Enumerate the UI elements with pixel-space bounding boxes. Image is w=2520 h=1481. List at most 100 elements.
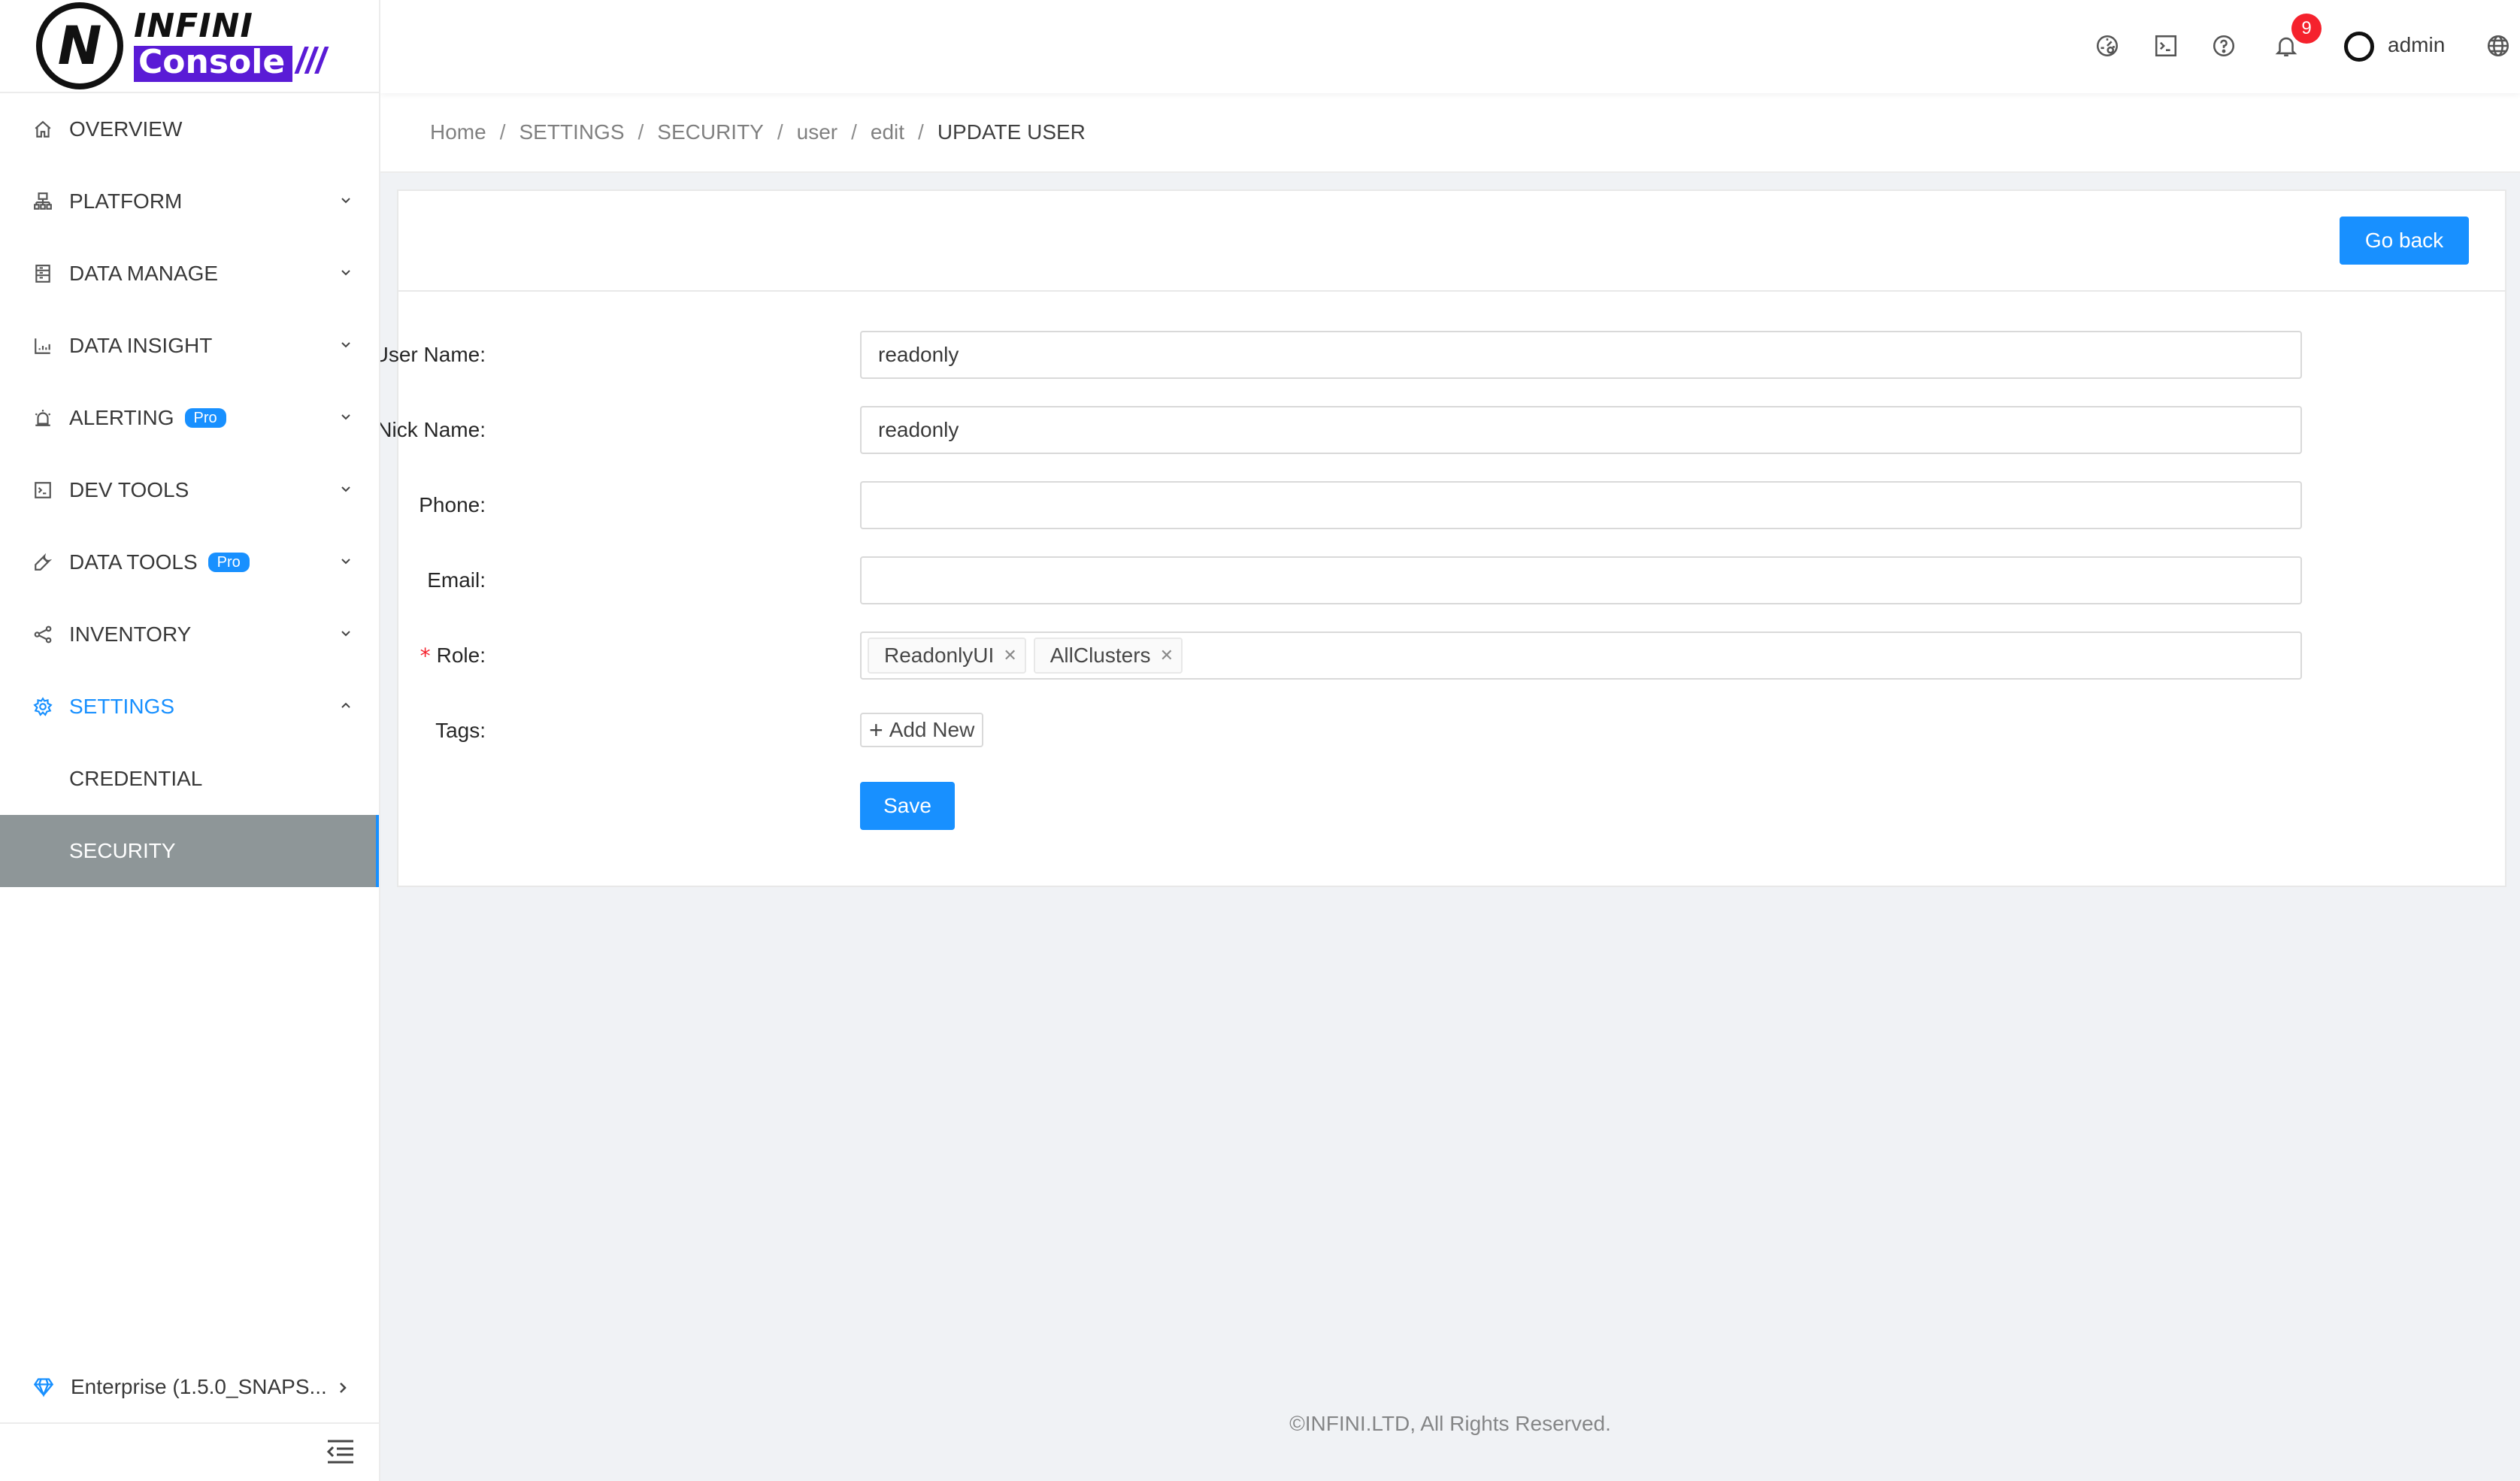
form-row-role: * Role: ReadonlyUI ✕ AllClusters ✕ xyxy=(398,631,2505,680)
database-icon xyxy=(33,264,53,283)
sidebar-subitem-credential[interactable]: CREDENTIAL xyxy=(0,743,379,815)
breadcrumb-user[interactable]: user xyxy=(797,120,837,144)
footer-copyright: ©INFINI.LTD, All Rights Reserved. xyxy=(1289,1412,1611,1435)
form-row-actions: Save xyxy=(398,782,2505,830)
breadcrumb-edit[interactable]: edit xyxy=(871,120,904,144)
chevron-down-icon xyxy=(341,414,350,420)
breadcrumb-security[interactable]: SECURITY xyxy=(657,120,764,144)
logo-text: INFINI Console/// xyxy=(134,10,326,82)
sidebar-item-settings[interactable]: SETTINGS xyxy=(0,671,379,743)
sidebar-item-inventory[interactable]: INVENTORY xyxy=(0,598,379,671)
chevron-down-icon xyxy=(341,486,350,492)
phone-label-text: Phone xyxy=(419,493,480,516)
nick-name-label-text: Nick Name xyxy=(377,418,480,441)
chevron-right-icon xyxy=(340,1383,347,1393)
close-icon[interactable]: ✕ xyxy=(1160,646,1174,665)
notification-badge: 9 xyxy=(2291,14,2322,44)
nick-name-input[interactable] xyxy=(860,406,2302,454)
sidebar-subitem-security[interactable]: SECURITY xyxy=(0,815,379,887)
logo-mark-icon: N xyxy=(36,2,123,89)
save-button[interactable]: Save xyxy=(860,782,955,830)
dashboard-icon[interactable] xyxy=(2094,33,2120,59)
console-icon[interactable] xyxy=(2153,33,2179,59)
home-icon xyxy=(33,120,53,139)
email-input[interactable] xyxy=(860,556,2302,604)
enterprise-version-item[interactable]: Enterprise (1.5.0_SNAPS... xyxy=(0,1352,379,1424)
globe-icon[interactable] xyxy=(2485,33,2511,59)
update-user-card: Go back *User Name: Nick Name: Phone: Em… xyxy=(357,189,2506,887)
chart-icon xyxy=(33,336,53,356)
enterprise-version-label: Enterprise (1.5.0_SNAPS... xyxy=(71,1375,327,1398)
role-tag-label: AllClusters xyxy=(1049,644,1151,667)
logo-slashes: /// xyxy=(295,41,326,81)
sidebar-item-label: PLATFORM xyxy=(69,189,183,213)
user-name-input[interactable] xyxy=(860,331,2302,379)
email-label: Email: xyxy=(427,556,486,604)
user-name-label-text: User Name xyxy=(373,343,480,366)
sidebar-item-label: INVENTORY xyxy=(69,622,192,646)
share-icon xyxy=(33,625,53,644)
form-row-tags: Tags: + Add New xyxy=(398,707,2505,755)
top-header: 9 admin xyxy=(380,0,2520,93)
logo-bottom-text: Console xyxy=(134,46,293,82)
sidebar-item-dev-tools[interactable]: DEV TOOLS xyxy=(0,454,379,526)
sidebar-item-label: DEV TOOLS xyxy=(69,478,189,501)
phone-input[interactable] xyxy=(860,481,2302,529)
chevron-down-icon xyxy=(341,342,350,348)
label-colon: : xyxy=(480,418,486,441)
form-row-user-name: *User Name: xyxy=(357,331,2505,379)
sidebar-item-data-manage[interactable]: DATA MANAGE xyxy=(0,238,379,310)
close-icon[interactable]: ✕ xyxy=(1003,646,1016,665)
chevron-down-icon xyxy=(341,631,350,637)
sidebar-item-platform[interactable]: PLATFORM xyxy=(0,165,379,238)
role-select[interactable]: ReadonlyUI ✕ AllClusters ✕ xyxy=(860,631,2302,680)
gear-icon xyxy=(33,697,53,716)
plus-icon: + xyxy=(869,716,883,744)
terminal-icon xyxy=(33,480,53,500)
go-back-button[interactable]: Go back xyxy=(2340,217,2469,265)
pro-badge: Pro xyxy=(207,553,250,572)
breadcrumb-home[interactable]: Home xyxy=(430,120,486,144)
breadcrumb-separator: / xyxy=(851,120,857,144)
pro-badge: Pro xyxy=(184,408,226,428)
form-row-phone: Phone: xyxy=(398,481,2505,529)
breadcrumb-separator: / xyxy=(638,120,644,144)
add-new-tag-button[interactable]: + Add New xyxy=(860,713,984,747)
breadcrumb-current: UPDATE USER xyxy=(937,120,1086,144)
role-tag-label: ReadonlyUI xyxy=(884,644,995,667)
phone-label: Phone: xyxy=(419,481,486,529)
chevron-down-icon xyxy=(341,270,350,276)
sidebar: N INFINI Console/// OVERVIEW PLATFORM DA… xyxy=(0,0,380,1481)
breadcrumb-separator: / xyxy=(499,120,506,144)
sidebar-item-label: ALERTING xyxy=(69,406,174,429)
sidebar-item-data-insight[interactable]: DATA INSIGHT xyxy=(0,310,379,382)
form-row-nick-name: Nick Name: xyxy=(377,406,2505,454)
breadcrumb-separator: / xyxy=(777,120,783,144)
sidebar-subitem-label: SECURITY xyxy=(69,839,176,862)
label-colon: : xyxy=(480,343,486,366)
collapse-sidebar-button[interactable] xyxy=(0,1424,379,1481)
sidebar-item-overview[interactable]: OVERVIEW xyxy=(0,93,379,165)
sidebar-item-alerting[interactable]: ALERTING Pro xyxy=(0,382,379,454)
nick-name-label: Nick Name: xyxy=(377,406,486,454)
add-new-label: Add New xyxy=(889,718,975,741)
chevron-down-icon xyxy=(341,559,350,565)
email-label-text: Email xyxy=(427,568,480,592)
chevron-up-icon xyxy=(341,702,350,708)
help-icon[interactable] xyxy=(2211,33,2237,59)
role-label: * Role: xyxy=(420,631,486,680)
logo[interactable]: N INFINI Console/// xyxy=(0,0,379,93)
user-avatar[interactable] xyxy=(2344,32,2374,62)
sidebar-item-label: DATA MANAGE xyxy=(69,262,219,285)
label-colon: : xyxy=(480,568,486,592)
required-mark: * xyxy=(419,643,431,668)
sidebar-item-label: SETTINGS xyxy=(69,695,175,718)
sidebar-item-data-tools[interactable]: DATA TOOLS Pro xyxy=(0,526,379,598)
logo-top-text: INFINI xyxy=(134,7,253,45)
role-tag: AllClusters ✕ xyxy=(1033,638,1183,674)
breadcrumb-settings[interactable]: SETTINGS xyxy=(519,120,624,144)
sidebar-menu: OVERVIEW PLATFORM DATA MANAGE DATA INSIG… xyxy=(0,93,379,887)
label-colon: : xyxy=(480,719,486,742)
user-name[interactable]: admin xyxy=(2388,33,2445,57)
chevron-down-icon xyxy=(341,198,350,204)
